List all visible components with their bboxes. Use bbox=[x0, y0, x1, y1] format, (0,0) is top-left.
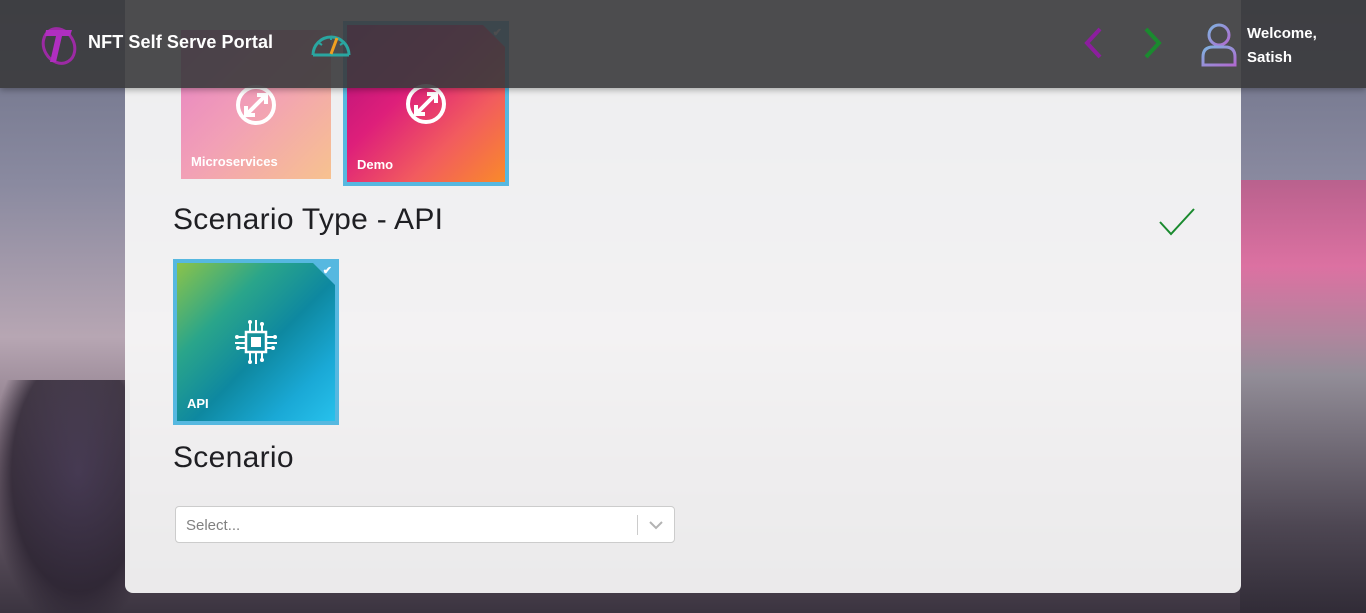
tile-label: API bbox=[187, 396, 209, 411]
user-avatar-icon[interactable] bbox=[1199, 21, 1239, 67]
scenario-select[interactable]: Select... bbox=[175, 506, 675, 543]
chevron-left-icon[interactable] bbox=[1080, 25, 1108, 61]
top-navbar: NFT Self Serve Portal Welcome, Satish bbox=[0, 0, 1366, 88]
welcome-text: Welcome, Satish bbox=[1247, 22, 1317, 70]
background-photo-left bbox=[0, 380, 130, 613]
check-icon: ✔ bbox=[322, 265, 332, 277]
tile-label: Microservices bbox=[191, 154, 278, 169]
telstra-logo-icon[interactable] bbox=[40, 22, 80, 66]
scenario-type-title: Scenario Type - API bbox=[173, 203, 444, 236]
select-separator bbox=[637, 515, 638, 535]
refresh-arrows-icon bbox=[236, 85, 276, 125]
chevron-right-icon[interactable] bbox=[1138, 25, 1166, 61]
user-name: Satish bbox=[1247, 49, 1293, 66]
circuit-chip-icon bbox=[235, 320, 277, 364]
welcome-label: Welcome, bbox=[1247, 25, 1317, 42]
speedometer-icon[interactable] bbox=[309, 27, 353, 59]
tile-label: Demo bbox=[357, 157, 394, 172]
background-photo-right bbox=[1240, 180, 1366, 613]
select-placeholder: Select... bbox=[186, 517, 241, 534]
complete-check-icon bbox=[1159, 208, 1195, 236]
scenario-title: Scenario bbox=[173, 441, 294, 474]
app-title: NFT Self Serve Portal bbox=[88, 32, 274, 52]
tile-api[interactable]: ✔ API bbox=[177, 263, 335, 421]
chevron-down-icon[interactable] bbox=[647, 516, 665, 534]
